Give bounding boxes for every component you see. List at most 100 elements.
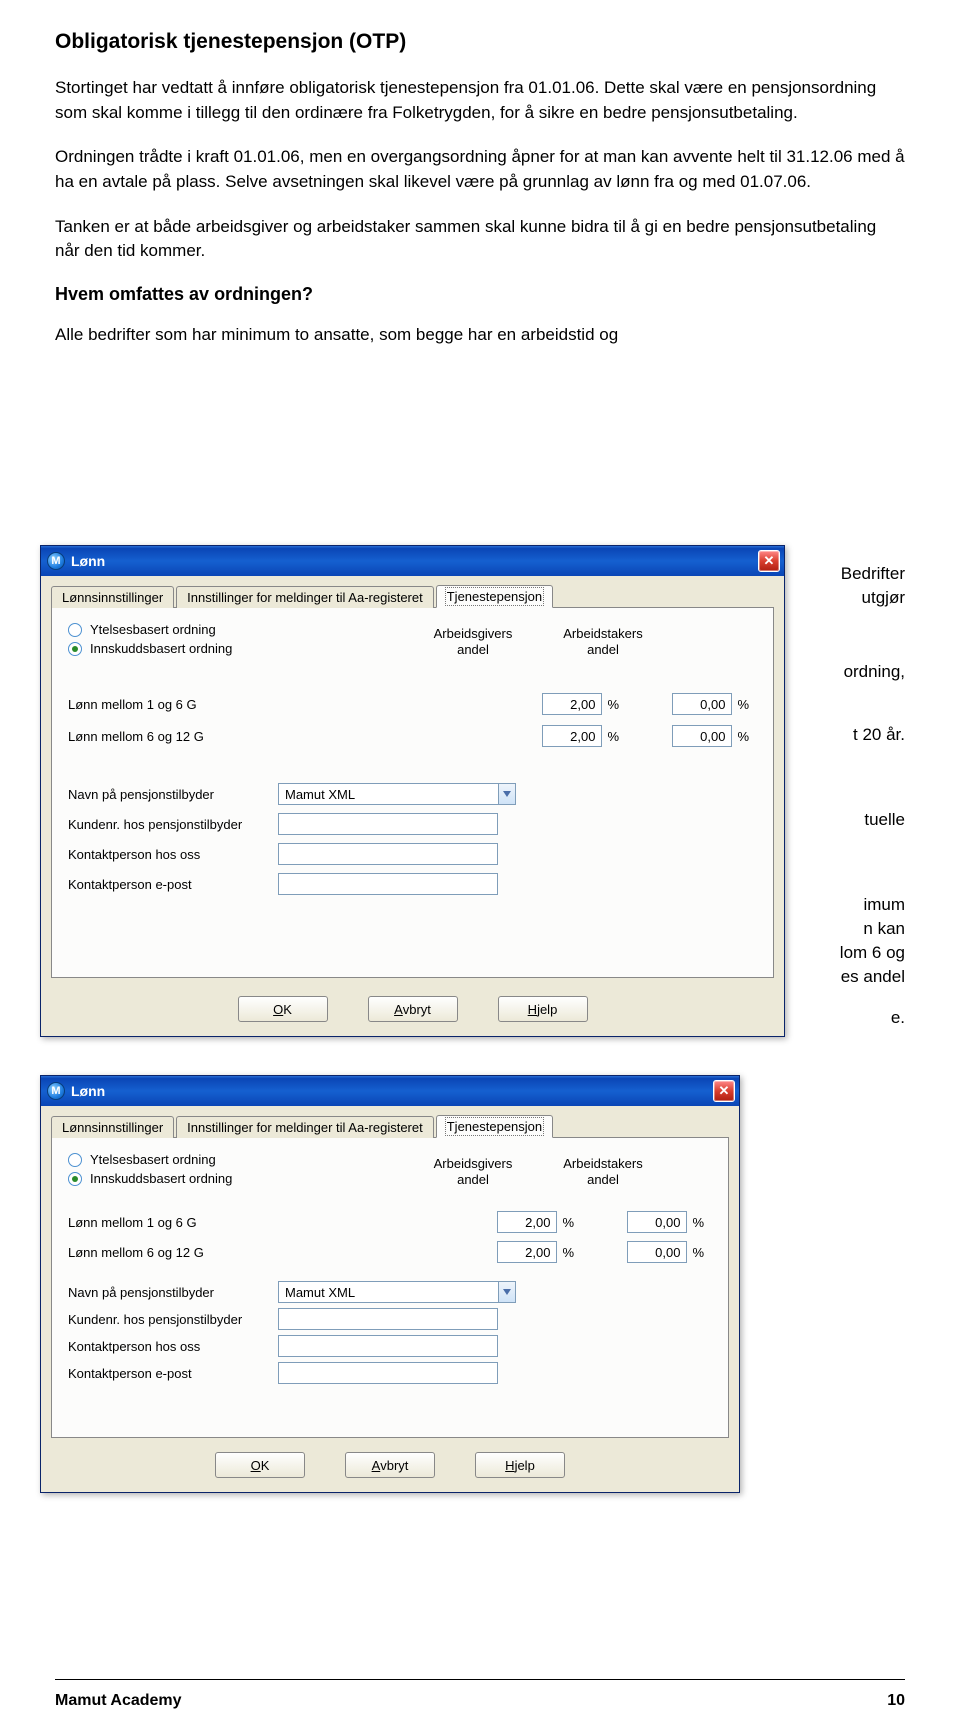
app-icon: M xyxy=(47,1082,65,1100)
label-provider: Navn på pensjonstilbyder xyxy=(68,1285,278,1300)
row-1-6g: Lønn mellom 1 og 6 G % % xyxy=(68,693,757,715)
close-icon: ✕ xyxy=(764,553,775,569)
paragraph-1: Stortinget har vedtatt å innføre obligat… xyxy=(55,76,905,125)
input-employer-1-6g[interactable] xyxy=(542,693,602,715)
tab-lonnsinnstillinger[interactable]: Lønnsinnstillinger xyxy=(51,1116,174,1138)
dialog-lonn-2: M Lønn ✕ Lønnsinnstillinger Innstillinge… xyxy=(40,1075,740,1493)
button-bar: OK Avbryt Hjelp xyxy=(51,996,774,1022)
bg-text-6: e. xyxy=(891,1006,905,1031)
label-email: Kontaktperson e-post xyxy=(68,1366,278,1381)
help-button[interactable]: Hjelp xyxy=(475,1452,565,1478)
tab-bar: Lønnsinnstillinger Innstillinger for mel… xyxy=(51,584,774,608)
bg-text-5c: lom 6 og xyxy=(840,941,905,966)
row-6-12g: Lønn mellom 6 og 12 G % % xyxy=(68,725,757,747)
cancel-button[interactable]: Avbryt xyxy=(345,1452,435,1478)
bg-text-2: ordning, xyxy=(844,660,905,685)
row-6-12g: Lønn mellom 6 og 12 G % % xyxy=(68,1241,712,1263)
radio-label: Ytelsesbasert ordning xyxy=(90,1152,216,1167)
button-bar: OK Avbryt Hjelp xyxy=(51,1452,729,1478)
bg-text-3: t 20 år. xyxy=(853,723,905,748)
tab-tjenestepensjon[interactable]: Tjenestepensjon xyxy=(436,1115,553,1138)
row-label: Lønn mellom 1 og 6 G xyxy=(68,1215,268,1230)
radio-label: Ytelsesbasert ordning xyxy=(90,622,216,637)
close-button[interactable]: ✕ xyxy=(713,1080,735,1102)
column-headers: Arbeidsgiversandel Arbeidstakersandel xyxy=(408,1156,712,1187)
label-customer-no: Kundenr. hos pensjonstilbyder xyxy=(68,817,278,832)
window-title: Lønn xyxy=(71,1083,713,1099)
bg-text-5d: es andel xyxy=(841,965,905,990)
input-contact[interactable] xyxy=(278,843,498,865)
bg-text-1b: utgjør xyxy=(862,586,905,611)
input-worker-6-12g[interactable] xyxy=(627,1241,687,1263)
column-headers: Arbeidsgiversandel Arbeidstakersandel xyxy=(408,626,757,657)
input-employer-6-12g[interactable] xyxy=(542,725,602,747)
colhead-arbeidsgiver: Arbeidsgiversandel xyxy=(408,1156,538,1187)
pct-label: % xyxy=(692,1215,704,1230)
chevron-down-icon xyxy=(503,1289,511,1295)
radio-icon-selected xyxy=(68,1172,82,1186)
paragraph-2: Ordningen trådte i kraft 01.01.06, men e… xyxy=(55,145,905,194)
row-label: Lønn mellom 6 og 12 G xyxy=(68,729,268,744)
radio-icon-selected xyxy=(68,642,82,656)
radio-icon xyxy=(68,623,82,637)
label-contact: Kontaktperson hos oss xyxy=(68,847,278,862)
combo-provider[interactable] xyxy=(278,1281,516,1303)
titlebar[interactable]: M Lønn ✕ xyxy=(41,546,784,576)
label-email: Kontaktperson e-post xyxy=(68,877,278,892)
input-provider[interactable] xyxy=(278,1281,498,1303)
footer-left: Mamut Academy xyxy=(55,1692,182,1710)
input-email[interactable] xyxy=(278,873,498,895)
input-email[interactable] xyxy=(278,1362,498,1384)
tab-bar: Lønnsinnstillinger Innstillinger for mel… xyxy=(51,1114,729,1138)
input-customer-no[interactable] xyxy=(278,1308,498,1330)
close-icon: ✕ xyxy=(719,1083,730,1099)
ok-button[interactable]: OK xyxy=(215,1452,305,1478)
ok-button[interactable]: OK xyxy=(238,996,328,1022)
input-employer-1-6g[interactable] xyxy=(497,1211,557,1233)
subheading-hvem: Hvem omfattes av ordningen? xyxy=(55,284,905,305)
page-title: Obligatorisk tjenestepensjon (OTP) xyxy=(55,30,905,54)
close-button[interactable]: ✕ xyxy=(758,550,780,572)
input-worker-6-12g[interactable] xyxy=(672,725,732,747)
row-label: Lønn mellom 1 og 6 G xyxy=(68,697,268,712)
label-contact: Kontaktperson hos oss xyxy=(68,1339,278,1354)
pct-label: % xyxy=(562,1245,574,1260)
bg-text-5a: imum xyxy=(863,893,905,918)
cancel-button[interactable]: Avbryt xyxy=(368,996,458,1022)
bg-text-1a: Bedrifter xyxy=(841,562,905,587)
input-provider[interactable] xyxy=(278,783,498,805)
pct-label: % xyxy=(562,1215,574,1230)
input-worker-1-6g[interactable] xyxy=(627,1211,687,1233)
input-contact[interactable] xyxy=(278,1335,498,1357)
colhead-arbeidstaker: Arbeidstakersandel xyxy=(538,1156,668,1187)
footer-divider xyxy=(55,1679,905,1680)
footer-page-number: 10 xyxy=(887,1692,905,1710)
tab-lonnsinnstillinger[interactable]: Lønnsinnstillinger xyxy=(51,586,174,608)
dialog-client: Lønnsinnstillinger Innstillinger for mel… xyxy=(41,1106,739,1492)
tab-aa-register[interactable]: Innstillinger for meldinger til Aa-regis… xyxy=(176,1116,434,1138)
pct-label: % xyxy=(737,697,749,712)
bg-text-5b: n kan xyxy=(863,917,905,942)
input-worker-1-6g[interactable] xyxy=(672,693,732,715)
tab-tjenestepensjon-label: Tjenestepensjon xyxy=(447,1119,542,1134)
combo-provider[interactable] xyxy=(278,783,516,805)
row-1-6g: Lønn mellom 1 og 6 G % % xyxy=(68,1211,712,1233)
chevron-down-icon xyxy=(503,791,511,797)
input-employer-6-12g[interactable] xyxy=(497,1241,557,1263)
titlebar[interactable]: M Lønn ✕ xyxy=(41,1076,739,1106)
help-button[interactable]: Hjelp xyxy=(498,996,588,1022)
window-title: Lønn xyxy=(71,553,758,569)
dialog-lonn-1: M Lønn ✕ Lønnsinnstillinger Innstillinge… xyxy=(40,545,785,1037)
tab-tjenestepensjon-label: Tjenestepensjon xyxy=(447,589,542,604)
radio-label: Innskuddsbasert ordning xyxy=(90,641,232,656)
pct-label: % xyxy=(607,697,619,712)
colhead-arbeidsgiver: Arbeidsgiversandel xyxy=(408,626,538,657)
tab-tjenestepensjon[interactable]: Tjenestepensjon xyxy=(436,585,553,608)
pct-label: % xyxy=(607,729,619,744)
combo-dropdown-button[interactable] xyxy=(498,783,516,805)
tab-aa-register[interactable]: Innstillinger for meldinger til Aa-regis… xyxy=(176,586,434,608)
combo-dropdown-button[interactable] xyxy=(498,1281,516,1303)
input-customer-no[interactable] xyxy=(278,813,498,835)
label-provider: Navn på pensjonstilbyder xyxy=(68,787,278,802)
label-customer-no: Kundenr. hos pensjonstilbyder xyxy=(68,1312,278,1327)
